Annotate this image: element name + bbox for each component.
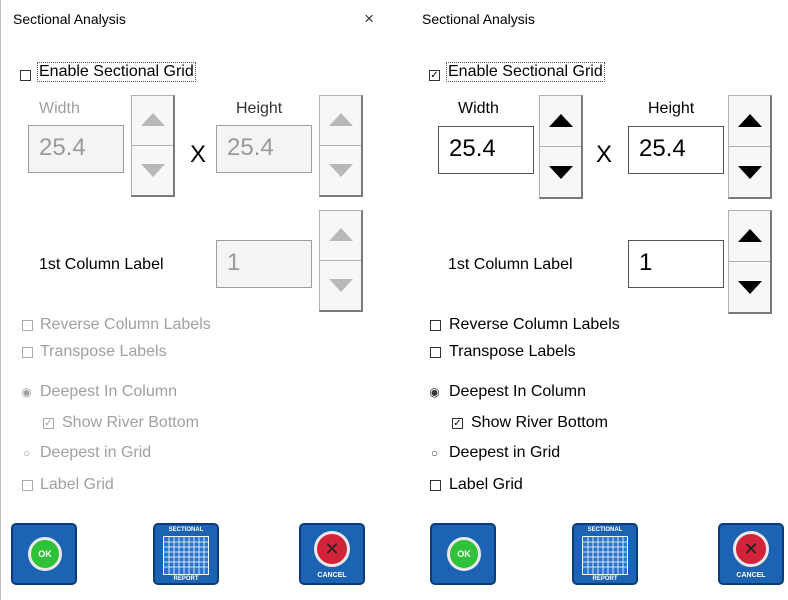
enable-sectional-grid-checkbox[interactable]: ✓ bbox=[429, 70, 440, 81]
reverse-column-labels-checkbox[interactable] bbox=[22, 320, 33, 331]
width-spinner-down[interactable] bbox=[132, 146, 173, 196]
first-column-label-spinner[interactable] bbox=[728, 210, 772, 314]
height-spinner[interactable] bbox=[319, 95, 363, 197]
sectional-report-grid-icon bbox=[582, 536, 628, 575]
height-spinner-up[interactable] bbox=[320, 96, 361, 146]
first-column-label-input[interactable]: 1 bbox=[216, 240, 312, 288]
triangle-up-icon bbox=[140, 113, 165, 127]
reverse-column-labels-label[interactable]: Reverse Column Labels bbox=[40, 316, 211, 334]
triangle-up-icon bbox=[328, 113, 353, 127]
height-label: Height bbox=[236, 100, 283, 117]
enable-sectional-grid-label[interactable]: Enable Sectional Grid bbox=[37, 62, 196, 82]
triangle-down-icon bbox=[140, 164, 165, 178]
deepest-in-grid-radio[interactable]: ○ bbox=[21, 447, 32, 459]
height-spinner[interactable] bbox=[728, 95, 772, 199]
column-spinner-up[interactable] bbox=[320, 211, 361, 261]
width-spinner-up[interactable] bbox=[132, 96, 173, 146]
sectional-analysis-dialog-enabled: Sectional Analysis × ✓ Enable Sectional … bbox=[410, 0, 788, 600]
deepest-in-column-radio[interactable]: ◉ bbox=[21, 386, 32, 398]
deepest-in-grid-label[interactable]: Deepest in Grid bbox=[449, 444, 560, 462]
deepest-in-column-radio[interactable]: ◉ bbox=[429, 386, 440, 398]
triangle-down-icon bbox=[328, 164, 353, 178]
show-river-bottom-checkbox[interactable]: ✓ bbox=[452, 418, 463, 429]
width-spinner-up[interactable] bbox=[540, 96, 581, 147]
first-column-label-caption: 1st Column Label bbox=[448, 256, 573, 273]
first-column-label-spinner[interactable] bbox=[319, 210, 363, 312]
reverse-column-labels-checkbox[interactable] bbox=[430, 320, 441, 331]
triangle-up-icon bbox=[328, 228, 353, 242]
reverse-column-labels-label[interactable]: Reverse Column Labels bbox=[449, 316, 620, 334]
height-spinner-up[interactable] bbox=[729, 96, 770, 147]
size-separator: X bbox=[596, 141, 613, 168]
show-river-bottom-label[interactable]: Show River Bottom bbox=[62, 414, 199, 432]
deepest-in-grid-radio[interactable]: ○ bbox=[429, 447, 440, 459]
size-separator: X bbox=[190, 141, 207, 168]
width-input[interactable]: 25.4 bbox=[28, 125, 124, 173]
column-spinner-down[interactable] bbox=[320, 261, 361, 311]
first-column-label-input[interactable]: 1 bbox=[628, 240, 724, 288]
width-spinner[interactable] bbox=[539, 95, 583, 199]
window-title: Sectional Analysis bbox=[422, 11, 535, 27]
width-label: Width bbox=[39, 100, 80, 117]
triangle-down-icon bbox=[737, 165, 762, 179]
height-spinner-down[interactable] bbox=[320, 146, 361, 196]
first-column-label-caption: 1st Column Label bbox=[39, 256, 164, 273]
width-input[interactable]: 25.4 bbox=[438, 126, 534, 174]
height-spinner-down[interactable] bbox=[729, 147, 770, 198]
transpose-labels-checkbox[interactable] bbox=[22, 347, 33, 358]
column-spinner-up[interactable] bbox=[729, 211, 770, 262]
label-grid-label[interactable]: Label Grid bbox=[449, 476, 523, 494]
ok-icon: OK bbox=[28, 537, 62, 571]
cancel-button-label: CANCEL bbox=[317, 572, 347, 579]
transpose-labels-label[interactable]: Transpose Labels bbox=[449, 343, 576, 361]
deepest-in-column-label[interactable]: Deepest In Column bbox=[40, 383, 177, 401]
sectional-analysis-dialog-disabled: Sectional Analysis × Enable Sectional Gr… bbox=[0, 0, 384, 600]
title-bar: Sectional Analysis × bbox=[1, 0, 384, 40]
cancel-button-label: CANCEL bbox=[736, 572, 766, 579]
label-grid-checkbox[interactable] bbox=[430, 480, 441, 491]
close-icon[interactable]: × bbox=[364, 9, 374, 29]
enable-sectional-grid-label[interactable]: Enable Sectional Grid bbox=[446, 62, 605, 82]
report-button-bottom-text: REPORT bbox=[592, 576, 618, 582]
width-label: Width bbox=[458, 100, 499, 117]
show-river-bottom-checkbox[interactable]: ✓ bbox=[43, 418, 54, 429]
width-spinner-down[interactable] bbox=[540, 147, 581, 198]
triangle-up-icon bbox=[737, 113, 762, 127]
label-grid-label[interactable]: Label Grid bbox=[40, 476, 114, 494]
title-bar: Sectional Analysis × bbox=[410, 0, 788, 40]
report-button-top-text: SECTIONAL bbox=[587, 527, 623, 533]
deepest-in-column-label[interactable]: Deepest In Column bbox=[449, 383, 586, 401]
column-spinner-down[interactable] bbox=[729, 262, 770, 313]
sectional-report-grid-icon bbox=[163, 536, 209, 575]
enable-sectional-grid-checkbox[interactable] bbox=[20, 70, 31, 81]
triangle-down-icon bbox=[328, 279, 353, 293]
window-title: Sectional Analysis bbox=[13, 11, 126, 27]
triangle-down-icon bbox=[737, 280, 762, 294]
cancel-button[interactable]: ✕ CANCEL bbox=[718, 523, 784, 585]
triangle-up-icon bbox=[548, 113, 573, 127]
cancel-button[interactable]: ✕ CANCEL bbox=[299, 523, 365, 585]
deepest-in-grid-label[interactable]: Deepest in Grid bbox=[40, 444, 151, 462]
report-button-bottom-text: REPORT bbox=[173, 576, 199, 582]
triangle-down-icon bbox=[548, 165, 573, 179]
height-label: Height bbox=[648, 100, 695, 117]
ok-button[interactable]: OK bbox=[11, 523, 77, 585]
triangle-up-icon bbox=[737, 228, 762, 242]
ok-icon: OK bbox=[447, 537, 481, 571]
height-input[interactable]: 25.4 bbox=[628, 126, 724, 174]
label-grid-checkbox[interactable] bbox=[22, 480, 33, 491]
show-river-bottom-label[interactable]: Show River Bottom bbox=[471, 414, 608, 432]
ok-button[interactable]: OK bbox=[430, 523, 496, 585]
cancel-x-icon: ✕ bbox=[733, 531, 769, 567]
width-spinner[interactable] bbox=[131, 95, 175, 197]
cancel-x-icon: ✕ bbox=[314, 531, 350, 567]
sectional-report-button[interactable]: SECTIONAL REPORT bbox=[153, 523, 219, 585]
height-input[interactable]: 25.4 bbox=[216, 125, 312, 173]
report-button-top-text: SECTIONAL bbox=[168, 527, 204, 533]
sectional-report-button[interactable]: SECTIONAL REPORT bbox=[572, 523, 638, 585]
transpose-labels-label[interactable]: Transpose Labels bbox=[40, 343, 167, 361]
transpose-labels-checkbox[interactable] bbox=[430, 347, 441, 358]
